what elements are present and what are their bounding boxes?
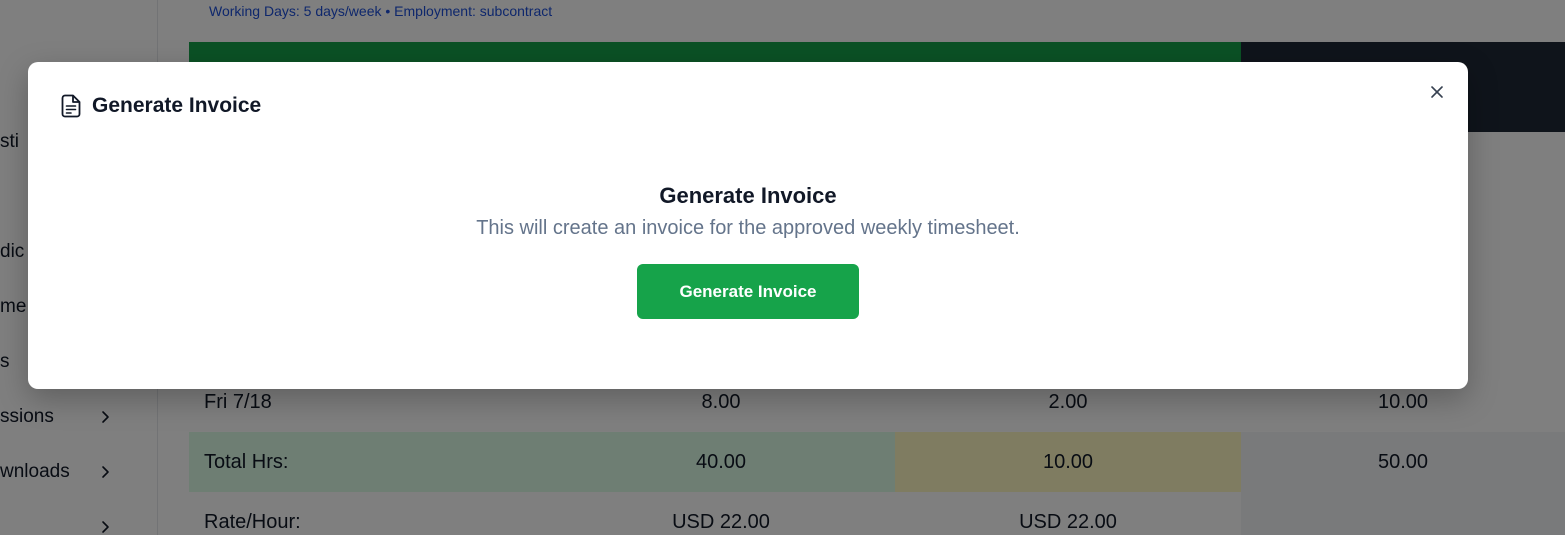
dialog-title: Generate Invoice — [92, 94, 262, 117]
generate-invoice-button[interactable]: Generate Invoice — [637, 264, 859, 319]
generate-invoice-dialog: Generate Invoice Generate Invoice This w… — [28, 62, 1468, 389]
dialog-heading: Generate Invoice — [659, 183, 837, 208]
dialog-description: This will create an invoice for the appr… — [476, 217, 1020, 239]
document-icon — [61, 94, 81, 118]
close-button[interactable] — [1427, 84, 1447, 104]
close-icon — [1430, 85, 1444, 104]
dialog-header: Generate Invoice — [61, 93, 261, 119]
